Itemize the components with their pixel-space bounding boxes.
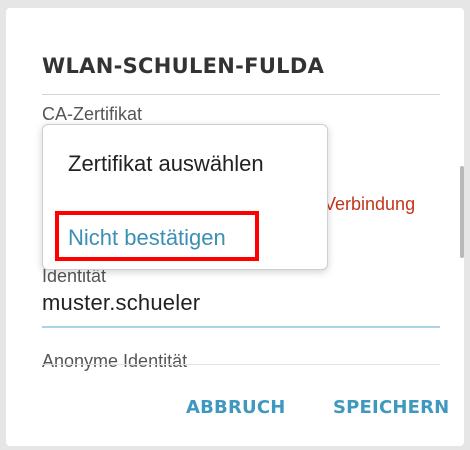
title-divider — [42, 94, 440, 95]
identity-underline — [42, 326, 440, 328]
wifi-config-dialog: WLAN-SCHULEN-FULDA CA-Zertifikat Verbind… — [6, 8, 464, 446]
anonymous-identity-underline — [42, 364, 440, 365]
ca-certificate-label: CA-Zertifikat — [42, 104, 143, 124]
anonymous-identity-label: Anonyme Identität — [42, 351, 188, 371]
dialog-title: WLAN-SCHULEN-FULDA — [42, 54, 325, 78]
dropdown-option-do-not-validate[interactable]: Nicht bestätigen — [68, 225, 226, 251]
ca-certificate-warning: Verbindung — [324, 194, 416, 214]
dropdown-option-select-certificate[interactable]: Zertifikat auswählen — [68, 151, 264, 177]
cancel-button[interactable]: ABBRUCH — [186, 397, 286, 418]
identity-field[interactable]: muster.schueler — [42, 290, 200, 316]
scrollbar[interactable] — [460, 166, 464, 258]
ca-certificate-dropdown: Zertifikat auswählen Nicht bestätigen — [42, 124, 328, 270]
save-button[interactable]: SPEICHERN — [333, 397, 449, 418]
